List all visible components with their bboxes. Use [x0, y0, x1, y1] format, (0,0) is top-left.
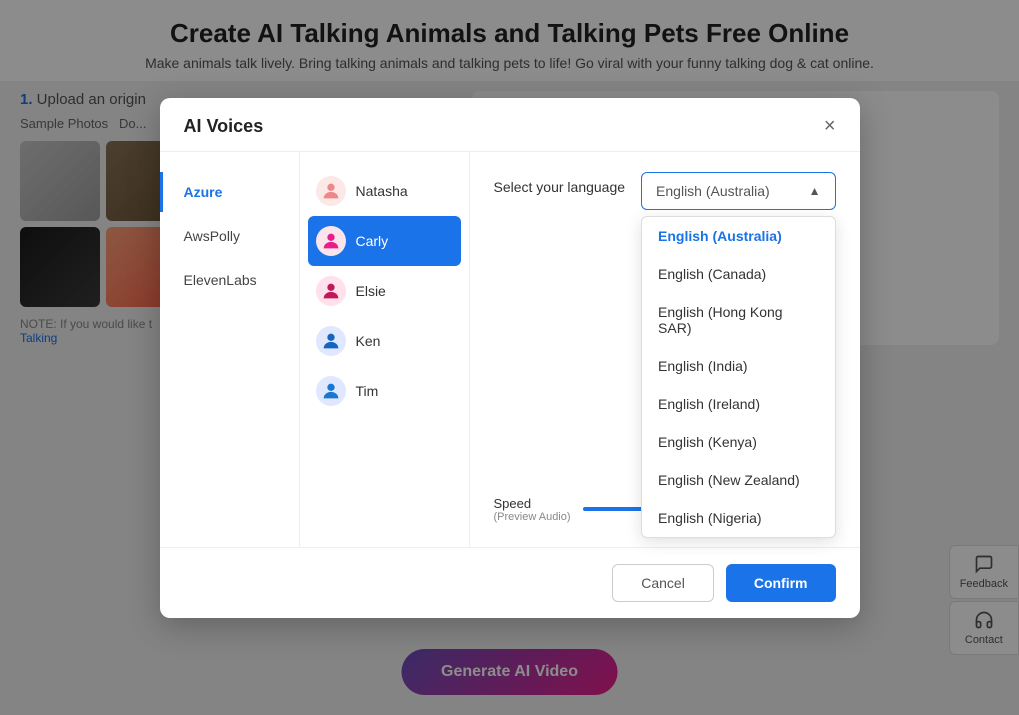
- modal-body: Azure AwsPolly ElevenLabs Natasha: [160, 152, 860, 547]
- ai-voices-modal: AI Voices × Azure AwsPolly ElevenLabs Na…: [160, 98, 860, 618]
- lang-option-kenya[interactable]: English (Kenya): [642, 423, 834, 461]
- voice-name-tim: Tim: [356, 383, 379, 399]
- confirm-button[interactable]: Confirm: [726, 564, 836, 602]
- tab-azure[interactable]: Azure: [160, 172, 299, 212]
- language-dropdown: English (Australia) English (Canada) Eng…: [641, 216, 835, 538]
- speed-preview-label: (Preview Audio): [494, 511, 571, 523]
- lang-option-nigeria[interactable]: English (Nigeria): [642, 499, 834, 537]
- voice-avatar-ken: [316, 326, 346, 356]
- lang-option-india[interactable]: English (India): [642, 347, 834, 385]
- voice-item-tim[interactable]: Tim: [300, 366, 469, 416]
- modal-overlay: AI Voices × Azure AwsPolly ElevenLabs Na…: [0, 0, 1019, 715]
- modal-title: AI Voices: [184, 116, 264, 137]
- voice-item-ken[interactable]: Ken: [300, 316, 469, 366]
- voice-settings-panel: Select your language English (Australia)…: [470, 152, 860, 547]
- tab-elevenlabs[interactable]: ElevenLabs: [160, 260, 299, 300]
- voice-provider-tabs: Azure AwsPolly ElevenLabs: [160, 152, 300, 547]
- modal-header: AI Voices ×: [160, 98, 860, 152]
- language-label: Select your language: [494, 179, 626, 195]
- voice-name-natasha: Natasha: [356, 183, 408, 199]
- language-selected-value: English (Australia): [656, 183, 770, 199]
- voice-list: Natasha Carly Elsie: [300, 152, 470, 547]
- lang-option-canada[interactable]: English (Canada): [642, 255, 834, 293]
- voice-name-elsie: Elsie: [356, 283, 386, 299]
- voice-name-carly: Carly: [356, 233, 389, 249]
- voice-name-ken: Ken: [356, 333, 381, 349]
- lang-option-newzealand[interactable]: English (New Zealand): [642, 461, 834, 499]
- lang-option-ireland[interactable]: English (Ireland): [642, 385, 834, 423]
- voice-avatar-natasha: [316, 176, 346, 206]
- lang-option-australia[interactable]: English (Australia): [642, 217, 834, 255]
- voice-avatar-tim: [316, 376, 346, 406]
- voice-item-natasha[interactable]: Natasha: [300, 166, 469, 216]
- chevron-up-icon: ▲: [809, 184, 821, 198]
- cancel-button[interactable]: Cancel: [612, 564, 714, 602]
- voice-item-elsie[interactable]: Elsie: [300, 266, 469, 316]
- voice-avatar-carly: [316, 226, 346, 256]
- speed-label: Speed: [494, 496, 571, 511]
- lang-option-hongkong[interactable]: English (Hong Kong SAR): [642, 293, 834, 347]
- tab-awspolly[interactable]: AwsPolly: [160, 216, 299, 256]
- language-select-wrapper: English (Australia) ▲ English (Australia…: [641, 172, 835, 210]
- language-row: Select your language English (Australia)…: [494, 172, 836, 210]
- speed-label-group: Speed (Preview Audio): [494, 496, 571, 523]
- modal-footer: Cancel Confirm: [160, 547, 860, 618]
- voice-item-carly[interactable]: Carly: [308, 216, 461, 266]
- modal-close-button[interactable]: ×: [824, 116, 836, 136]
- voice-avatar-elsie: [316, 276, 346, 306]
- language-select-button[interactable]: English (Australia) ▲: [641, 172, 835, 210]
